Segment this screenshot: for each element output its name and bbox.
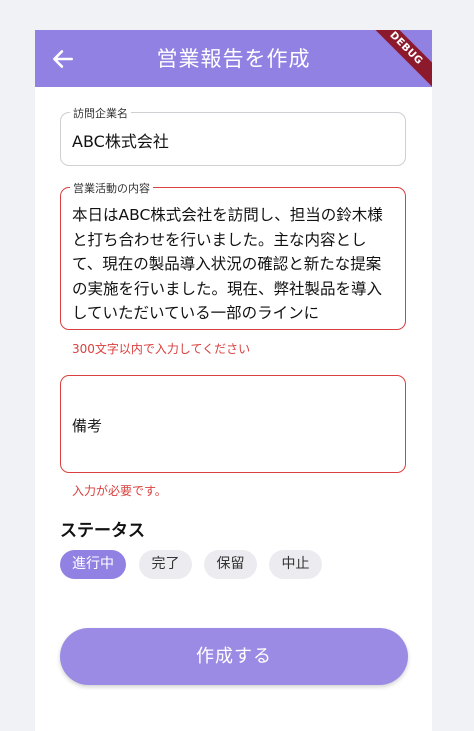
- notes-error-text: 入力が必要です。: [72, 484, 167, 498]
- create-button[interactable]: 作成する: [60, 628, 408, 685]
- status-chip-on-hold[interactable]: 保留: [204, 550, 257, 579]
- company-name-field[interactable]: 訪問企業名 ABC株式会社: [60, 105, 406, 166]
- status-chip-done[interactable]: 完了: [139, 550, 192, 579]
- activity-content-clip: 本日はABC株式会社を訪問し、担当の鈴木様と打ち合わせを行いました。主な内容とし…: [61, 188, 405, 329]
- company-name-value: ABC株式会社: [72, 132, 169, 151]
- notes-placeholder: 備考: [72, 417, 103, 435]
- page-title: 営業報告を作成: [156, 47, 311, 71]
- notes-field[interactable]: 備考: [60, 375, 406, 473]
- activity-content-field[interactable]: 営業活動の内容 本日はABC株式会社を訪問し、担当の鈴木様と打ち合わせを行いまし…: [60, 180, 406, 330]
- status-chip-cancelled[interactable]: 中止: [269, 550, 322, 579]
- app-bar: 営業報告を作成 DEBUG: [35, 30, 432, 95]
- status-title: ステータス: [60, 521, 145, 541]
- company-name-label: 訪問企業名: [70, 105, 131, 121]
- activity-error-text: 300文字以内で入力してください: [72, 342, 251, 356]
- status-chip-in-progress[interactable]: 進行中: [60, 550, 126, 579]
- activity-content-value: 本日はABC株式会社を訪問し、担当の鈴木様と打ち合わせを行いました。主な内容とし…: [72, 206, 383, 322]
- app-screen: 営業報告を作成 DEBUG 訪問企業名 ABC株式会社 営業活動の内容 本日はA…: [35, 30, 432, 731]
